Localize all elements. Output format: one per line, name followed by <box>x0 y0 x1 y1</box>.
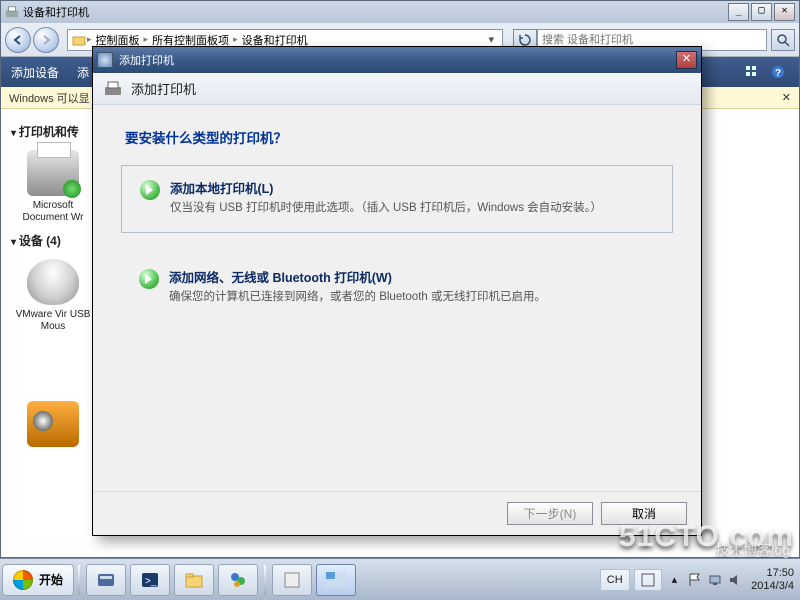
action-flag-icon[interactable] <box>688 573 702 587</box>
wizard-title: 添加打印机 <box>119 52 174 68</box>
clock[interactable]: 17:50 2014/3/4 <box>751 567 794 593</box>
taskbar-separator <box>264 565 266 595</box>
taskbar-server-manager[interactable] <box>86 564 126 596</box>
taskbar-powershell[interactable]: >_ <box>130 564 170 596</box>
help-button[interactable]: ? <box>767 61 789 83</box>
taskbar-app-2[interactable] <box>272 564 312 596</box>
taskbar-devices-active[interactable] <box>316 564 356 596</box>
camera-icon <box>27 401 79 447</box>
option-desc: 仅当没有 USB 打印机时使用此选项。（插入 USB 打印机后，Windows … <box>170 201 602 216</box>
language-indicator[interactable]: CH <box>600 569 630 591</box>
devices-icon <box>5 5 19 19</box>
info-close-icon[interactable]: ✕ <box>782 91 791 104</box>
taskbar-separator <box>78 565 80 595</box>
folder-icon <box>72 33 86 47</box>
close-button[interactable]: ✕ <box>774 3 795 21</box>
device-item[interactable]: VMware Vir USB Mous <box>13 259 93 333</box>
nav-forward-button[interactable] <box>33 27 59 53</box>
volume-icon[interactable] <box>728 573 742 587</box>
wizard-footer: 下一步(N) 取消 <box>93 491 701 535</box>
mouse-icon <box>27 259 79 305</box>
wizard-header: 添加打印机 <box>93 73 701 105</box>
printer-icon <box>27 150 79 196</box>
cmd-add-device[interactable]: 添加设备 <box>11 64 59 81</box>
wizard-close-button[interactable]: ✕ <box>676 51 697 69</box>
start-button[interactable]: 开始 <box>2 564 74 596</box>
nav-back-button[interactable] <box>5 27 31 53</box>
category-printers[interactable]: 打印机和传 <box>11 123 95 140</box>
wizard-icon <box>97 52 113 68</box>
minimize-button[interactable]: _ <box>728 3 749 21</box>
svg-text:>_: >_ <box>145 576 157 587</box>
explorer-titlebar[interactable]: 设备和打印机 _ □ ✕ <box>1 1 799 23</box>
search-button[interactable] <box>771 29 795 51</box>
taskbar: 开始 >_ CH ▴ 17:50 2014/3/4 <box>0 558 800 600</box>
address-dropdown-icon[interactable]: ▾ <box>484 33 498 46</box>
taskbar-app-1[interactable] <box>218 564 258 596</box>
wizard-question: 要安装什么类型的打印机？ <box>125 127 673 147</box>
device-item[interactable]: Microsoft Document Wr <box>13 150 93 224</box>
system-tray: CH ▴ 17:50 2014/3/4 <box>598 567 798 593</box>
category-devices[interactable]: 设备 (4) <box>11 232 95 249</box>
option-desc: 确保您的计算机已连接到网络，或者您的 Bluetooth 或无线打印机已启用。 <box>169 290 546 305</box>
ime-button[interactable] <box>634 569 662 591</box>
taskbar-explorer[interactable] <box>174 564 214 596</box>
explorer-title: 设备和打印机 <box>23 4 89 20</box>
next-button[interactable]: 下一步(N) <box>507 502 593 525</box>
wizard-body: 要安装什么类型的打印机？ 添加本地打印机(L) 仅当没有 USB 打印机时使用此… <box>93 105 701 491</box>
view-options-button[interactable] <box>741 61 763 83</box>
device-item[interactable] <box>13 401 93 451</box>
watermark-sub: 技术博客log <box>715 540 790 560</box>
svg-text:?: ? <box>775 68 781 79</box>
option-network-printer[interactable]: 添加网络、无线或 Bluetooth 打印机(W) 确保您的计算机已连接到网络，… <box>121 267 673 305</box>
wizard-titlebar[interactable]: 添加打印机 ✕ <box>93 47 701 73</box>
wizard-header-text: 添加打印机 <box>131 79 196 98</box>
option-title: 添加本地打印机(L) <box>170 178 602 197</box>
cmd-add-printer[interactable]: 添 <box>77 64 89 81</box>
arrow-icon <box>140 180 160 200</box>
option-local-printer[interactable]: 添加本地打印机(L) 仅当没有 USB 打印机时使用此选项。（插入 USB 打印… <box>121 165 673 233</box>
option-title: 添加网络、无线或 Bluetooth 打印机(W) <box>169 267 546 286</box>
tray-chevron[interactable]: ▴ <box>666 569 684 591</box>
windows-orb-icon <box>13 570 33 590</box>
maximize-button[interactable]: □ <box>751 3 772 21</box>
arrow-icon <box>139 269 159 289</box>
printer-icon <box>103 79 123 99</box>
add-printer-wizard: 添加打印机 ✕ 添加打印机 要安装什么类型的打印机？ 添加本地打印机(L) 仅当… <box>92 46 702 536</box>
network-icon[interactable] <box>708 573 722 587</box>
